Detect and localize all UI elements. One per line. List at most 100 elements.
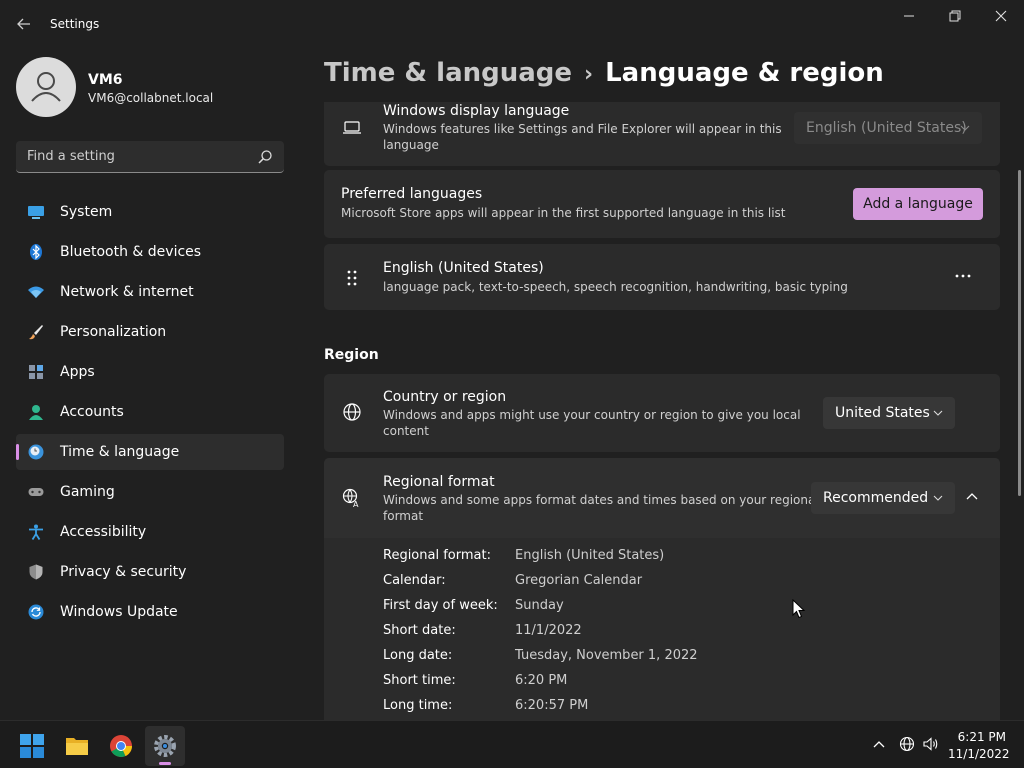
- file-explorer-icon: [66, 738, 88, 755]
- detail-label: Short date:: [383, 623, 456, 638]
- language-item-desc: language pack, text-to-speech, speech re…: [383, 280, 848, 294]
- country-region-desc: Windows and apps might use your country …: [383, 408, 801, 422]
- preferred-languages-desc: Microsoft Store apps will appear in the …: [341, 206, 786, 220]
- sidebar-item-accounts[interactable]: Accounts: [16, 394, 284, 430]
- sidebar-item-label: Privacy & security: [60, 564, 187, 580]
- clock-time[interactable]: 6:21 PM: [948, 730, 1006, 744]
- avatar[interactable]: [16, 57, 76, 117]
- start-icon: [20, 734, 44, 758]
- close-icon[interactable]: [982, 8, 1022, 24]
- file-explorer-button[interactable]: [57, 726, 97, 766]
- system-icon: [28, 206, 44, 219]
- shield-icon: [29, 564, 43, 580]
- breadcrumb-parent[interactable]: Time & language: [324, 58, 572, 88]
- clock-date[interactable]: 11/1/2022: [948, 747, 1010, 761]
- sidebar-item-system[interactable]: System: [16, 194, 284, 230]
- sidebar-item-label: Personalization: [60, 324, 167, 340]
- title-bar: Settings: [0, 0, 1024, 48]
- back-arrow-icon[interactable]: [14, 14, 34, 34]
- sidebar-item-label: Gaming: [60, 484, 115, 500]
- apps-icon: [29, 365, 43, 379]
- chevron-down-icon: [933, 495, 943, 501]
- country-region-card: Country or region Windows and apps might…: [324, 374, 1000, 452]
- laptop-icon: [343, 121, 361, 134]
- gamepad-icon: [28, 488, 44, 496]
- sidebar-item-label: Network & internet: [60, 284, 194, 300]
- chevron-down-icon: [960, 125, 970, 131]
- sidebar-item-label: Apps: [60, 364, 95, 380]
- sidebar-item-label: Time & language: [60, 444, 180, 460]
- scrollbar[interactable]: [1018, 170, 1021, 496]
- detail-value: Sunday: [515, 598, 564, 613]
- sidebar-item-time-language[interactable]: Time & language: [16, 434, 284, 470]
- settings-list[interactable]: Windows display language Windows feature…: [324, 102, 1000, 720]
- detail-value: 11/1/2022: [515, 623, 582, 638]
- bluetooth-icon: [30, 244, 42, 260]
- sidebar-item-network[interactable]: Network & internet: [16, 274, 284, 310]
- sidebar-item-bluetooth[interactable]: Bluetooth & devices: [16, 234, 284, 270]
- more-options-icon[interactable]: [953, 266, 973, 286]
- restore-icon[interactable]: [936, 8, 976, 24]
- regional-format-value: Recommended: [823, 490, 929, 506]
- add-language-button[interactable]: Add a language: [853, 188, 983, 220]
- accessibility-icon: [29, 524, 43, 540]
- sidebar-item-privacy[interactable]: Privacy & security: [16, 554, 284, 590]
- sidebar-item-accessibility[interactable]: Accessibility: [16, 514, 284, 550]
- country-region-value: United States: [835, 405, 930, 421]
- sidebar-item-label: Accounts: [60, 404, 124, 420]
- sidebar-item-gaming[interactable]: Gaming: [16, 474, 284, 510]
- regional-format-dropdown[interactable]: Recommended: [811, 482, 955, 514]
- volume-icon[interactable]: [923, 736, 939, 752]
- drag-handle-icon[interactable]: [342, 268, 362, 288]
- country-region-dropdown[interactable]: United States: [823, 397, 955, 429]
- clock-globe-icon: [28, 444, 44, 460]
- mouse-cursor-icon: [792, 599, 806, 619]
- brush-icon: [29, 325, 43, 340]
- detail-label: Long time:: [383, 698, 453, 713]
- sidebar-item-apps[interactable]: Apps: [16, 354, 284, 390]
- minimize-icon[interactable]: [890, 8, 930, 24]
- display-language-value: English (United States): [806, 120, 967, 136]
- person-icon: [29, 405, 43, 420]
- regional-format-card: A Regional format Windows and some apps …: [324, 458, 1000, 720]
- detail-label: First day of week:: [383, 598, 498, 613]
- chevron-up-icon[interactable]: [965, 489, 979, 503]
- wifi-icon: [28, 286, 44, 298]
- detail-label: Short time:: [383, 673, 456, 688]
- regional-format-desc: format: [383, 509, 424, 523]
- svg-text:A: A: [353, 500, 359, 508]
- sidebar-item-personalization[interactable]: Personalization: [16, 314, 284, 350]
- detail-value: Tuesday, November 1, 2022: [515, 648, 698, 663]
- sidebar-item-label: Accessibility: [60, 524, 147, 540]
- search-box[interactable]: [16, 141, 284, 173]
- regional-format-desc: Windows and some apps format dates and t…: [383, 493, 819, 507]
- sidebar-item-label: Windows Update: [60, 604, 178, 620]
- regional-format-title: Regional format: [383, 474, 495, 490]
- sidebar: VM6 VM6@collabnet.local System Bluetooth…: [0, 48, 300, 720]
- network-globe-icon[interactable]: [899, 736, 915, 752]
- start-button[interactable]: [12, 726, 52, 766]
- chrome-button[interactable]: [101, 726, 141, 766]
- region-section-title: Region: [324, 347, 379, 363]
- active-app-indicator: [159, 762, 171, 765]
- detail-value: English (United States): [515, 548, 665, 563]
- detail-value: 6:20:57 PM: [515, 698, 589, 713]
- chrome-icon: [110, 735, 132, 757]
- user-email: VM6@collabnet.local: [88, 91, 214, 105]
- display-language-dropdown[interactable]: English (United States): [794, 112, 982, 144]
- regional-format-icon: A: [342, 488, 359, 508]
- display-language-desc: Windows features like Settings and File …: [383, 122, 782, 136]
- search-input[interactable]: [16, 141, 246, 171]
- breadcrumb-separator: ›: [584, 62, 594, 87]
- detail-value: Gregorian Calendar: [515, 573, 643, 588]
- sidebar-item-label: System: [60, 204, 113, 220]
- language-item-card[interactable]: English (United States) language pack, t…: [324, 244, 1000, 310]
- sidebar-item-windows-update[interactable]: Windows Update: [16, 594, 284, 630]
- preferred-languages-card: Preferred languages Microsoft Store apps…: [324, 170, 1000, 238]
- settings-icon: [154, 735, 176, 757]
- globe-icon: [343, 403, 361, 421]
- chevron-up-icon[interactable]: [871, 736, 887, 752]
- search-icon[interactable]: [257, 149, 273, 165]
- settings-button[interactable]: [145, 726, 185, 766]
- breadcrumb: Time & language › Language & region: [324, 58, 884, 98]
